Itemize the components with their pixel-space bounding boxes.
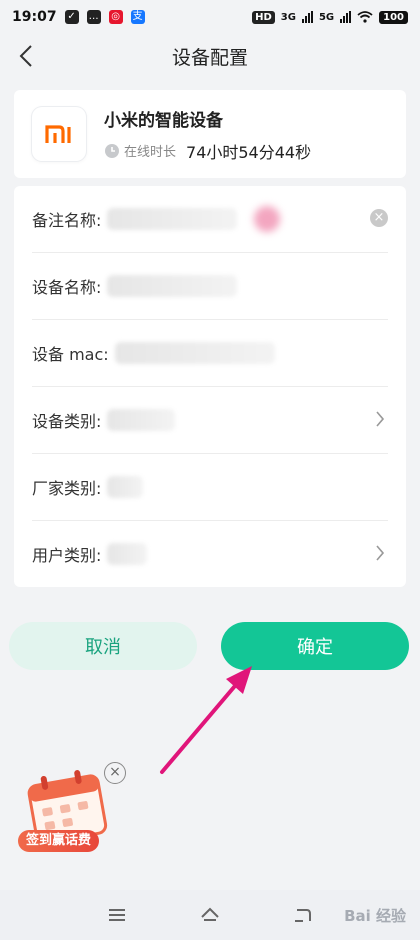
net-3g-label: 3G — [280, 11, 296, 23]
promo-label[interactable]: 签到赢话费 — [18, 830, 100, 852]
battery-icon: 100 — [379, 10, 408, 24]
device-mac-row: 设备 mac: — [32, 320, 388, 387]
weibo-icon: ◎ — [108, 10, 123, 24]
vendor-type-label: 厂家类别: — [32, 479, 102, 498]
alipay-icon: 支 — [130, 10, 145, 24]
action-buttons: 取消 确定 — [9, 622, 409, 670]
device-name: 小米的智能设备 — [104, 110, 223, 131]
config-form: 备注名称: × 设备名称: 设备 mac: 设备类别: 厂家类别: 用户类别: — [14, 186, 406, 587]
cancel-button[interactable]: 取消 — [9, 622, 197, 670]
status-bar: 19:07 ✓ … ◎ 支 HD 3G 5G 100 — [0, 0, 420, 34]
remark-name-row[interactable]: 备注名称: × — [32, 186, 388, 253]
baidu-watermark: Bai 经验 — [344, 907, 406, 925]
online-time: 在线时长 74小时54分44秒 — [104, 139, 311, 163]
device-mac-value — [114, 342, 275, 364]
clock-icon — [105, 143, 119, 158]
menu-icon[interactable] — [105, 903, 129, 927]
chevron-right-icon — [376, 411, 385, 427]
chevron-right-icon — [376, 545, 385, 561]
device-type-label: 设备类别: — [32, 412, 102, 431]
hd-badge: HD — [252, 10, 275, 24]
signal-icon — [340, 11, 352, 23]
remark-name-field[interactable] — [107, 208, 238, 230]
chat-icon: … — [86, 10, 101, 24]
clear-icon[interactable]: × — [370, 209, 388, 227]
xiaomi-logo — [32, 107, 86, 161]
user-type-row[interactable]: 用户类别: — [32, 521, 388, 587]
user-type-label: 用户类别: — [32, 546, 102, 565]
blurred-pink-mark — [254, 206, 280, 232]
top-bar: 设备配置 — [0, 34, 420, 78]
page-title: 设备配置 — [171, 46, 248, 69]
back-icon[interactable] — [291, 903, 315, 927]
signal-icon — [301, 11, 313, 23]
device-mac-label: 设备 mac: — [32, 345, 109, 364]
mi-logo-icon — [45, 125, 71, 143]
vendor-type-row: 厂家类别: — [32, 454, 388, 521]
device-card: 小米的智能设备 在线时长 74小时54分44秒 — [14, 90, 406, 178]
status-time: 19:07 — [12, 9, 57, 25]
remark-name-label: 备注名称: — [32, 211, 102, 230]
confirm-button[interactable]: 确定 — [221, 622, 409, 670]
online-label: 在线时长 — [124, 145, 177, 160]
home-icon[interactable] — [198, 903, 222, 927]
device-name-row: 设备名称: — [32, 253, 388, 320]
clipboard-icon: ✓ — [64, 10, 79, 24]
device-name-value — [107, 275, 238, 297]
back-arrow-icon[interactable] — [16, 43, 40, 69]
online-duration: 74小时54分44秒 — [186, 142, 312, 162]
user-type-value — [107, 543, 148, 565]
wifi-icon — [357, 11, 373, 23]
device-name-label: 设备名称: — [32, 278, 102, 297]
vendor-type-value — [107, 476, 144, 498]
device-type-value — [107, 409, 176, 431]
promo-close-icon[interactable]: × — [104, 762, 126, 784]
net-5g-label: 5G — [318, 11, 335, 23]
device-type-row[interactable]: 设备类别: — [32, 387, 388, 454]
